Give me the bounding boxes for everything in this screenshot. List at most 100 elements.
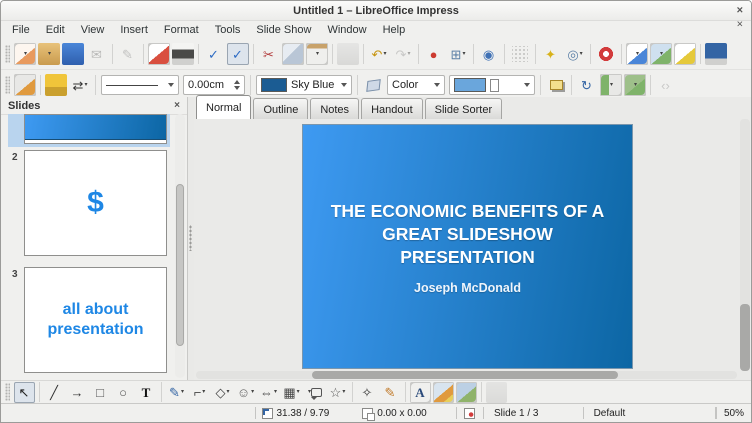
tab-notes[interactable]: Notes xyxy=(310,98,360,119)
slide-layout-icon[interactable]: ▾ xyxy=(650,43,672,65)
vertical-scrollbar[interactable] xyxy=(740,119,750,371)
tab-slide-sorter[interactable]: Slide Sorter xyxy=(424,98,503,119)
slide-design-icon[interactable] xyxy=(674,43,696,65)
select-arrow-icon[interactable]: ↖ xyxy=(14,382,35,403)
menu-item[interactable]: View xyxy=(73,22,113,38)
styles-window-icon[interactable] xyxy=(14,74,36,96)
line-width-value[interactable]: 0.00cm xyxy=(188,79,231,91)
zoom-level-field[interactable]: 50% xyxy=(717,404,751,422)
fontwork-icon[interactable]: A xyxy=(410,382,431,403)
tab-outline[interactable]: Outline xyxy=(253,98,309,119)
document-close-icon[interactable]: × xyxy=(737,19,743,31)
arrange-icon[interactable]: ▾ xyxy=(624,74,646,96)
spray-can-icon[interactable] xyxy=(45,74,67,96)
menu-item[interactable]: Format xyxy=(156,22,207,38)
toolbar-grip[interactable] xyxy=(5,383,10,401)
tab-handout[interactable]: Handout xyxy=(361,98,423,119)
menu-item[interactable]: Window xyxy=(319,22,374,38)
clone-formatting-icon[interactable] xyxy=(337,43,359,65)
menu-item[interactable]: Edit xyxy=(38,22,73,38)
table-icon[interactable]: ⊞ ▾ xyxy=(447,43,469,65)
menu-item[interactable]: File xyxy=(4,22,38,38)
slide-thumbnail-1[interactable] xyxy=(24,114,167,144)
copy-icon[interactable] xyxy=(282,43,304,65)
spin-down-icon[interactable] xyxy=(234,86,240,90)
spellcheck-icon[interactable]: ✓ xyxy=(203,43,225,65)
paint-bucket-icon[interactable] xyxy=(362,74,384,96)
save-icon[interactable] xyxy=(62,43,84,65)
print-icon[interactable] xyxy=(172,43,194,65)
fill-style-select[interactable]: Color xyxy=(387,75,445,95)
slide-thumbnail-1-selected[interactable] xyxy=(8,114,170,147)
open-folder-icon[interactable]: ▾ xyxy=(38,43,60,65)
start-presentation-icon[interactable] xyxy=(705,43,727,65)
menu-item[interactable]: Help xyxy=(375,22,414,38)
auto-spellcheck-icon[interactable]: ✓ xyxy=(227,43,249,65)
line-icon[interactable]: ╱ xyxy=(44,382,65,403)
slide-title-text[interactable]: THE ECONOMIC BENEFITS OF A GREAT SLIDESH… xyxy=(323,200,612,268)
display-grid-icon[interactable] xyxy=(509,43,531,65)
edit-points-icon[interactable]: ✧ xyxy=(357,382,378,403)
scrollbar-thumb[interactable] xyxy=(176,184,184,346)
slide-thumbnail-2[interactable]: $ xyxy=(24,150,167,256)
hyperlink-icon[interactable]: ◉ xyxy=(478,43,500,65)
stars-icon[interactable]: ☆ ▾ xyxy=(327,382,348,403)
slide-number-field[interactable]: Slide 1 / 3 xyxy=(484,404,583,422)
scrollbar-thumb[interactable] xyxy=(312,371,618,379)
connector-icon[interactable]: ⌐ ▾ xyxy=(189,382,210,403)
flowchart-icon[interactable]: ▦ ▾ xyxy=(281,382,302,403)
help-icon[interactable] xyxy=(595,43,617,65)
toolbar-grip[interactable] xyxy=(5,45,10,63)
page-style-field[interactable]: Default xyxy=(584,404,716,422)
arrow-icon[interactable]: → xyxy=(67,382,88,403)
menu-item[interactable]: Slide Show xyxy=(248,22,319,38)
panel-close-icon[interactable]: × xyxy=(174,100,180,111)
line-color-select[interactable]: Sky Blue xyxy=(256,75,352,95)
undo-icon[interactable]: ↶ ▾ xyxy=(368,43,390,65)
redo-icon[interactable]: ↷ ▾ xyxy=(392,43,414,65)
gallery-icon[interactable] xyxy=(456,381,477,403)
export-pdf-icon[interactable] xyxy=(148,43,170,65)
zoom-icon[interactable]: ◎ ▾ xyxy=(564,43,586,65)
curve-icon[interactable]: ✎ ▾ xyxy=(166,382,187,403)
fill-color-select[interactable] xyxy=(449,75,535,95)
navigator-icon[interactable]: ✦ xyxy=(540,43,562,65)
slide-thumbnail-3[interactable]: all about presentation xyxy=(24,267,167,373)
ellipse-icon[interactable]: ○ xyxy=(113,382,134,403)
spinner-buttons[interactable] xyxy=(234,80,240,90)
text-box-icon[interactable]: T xyxy=(136,382,157,403)
shadow-icon[interactable] xyxy=(545,74,567,96)
slides-panel-scrollbar[interactable] xyxy=(175,114,185,378)
spin-up-icon[interactable] xyxy=(234,80,240,84)
callouts-icon[interactable]: ▾ xyxy=(304,382,325,403)
basic-shapes-icon[interactable]: ◇ ▾ xyxy=(212,382,233,403)
menu-item[interactable]: Insert xyxy=(112,22,156,38)
horizontal-scrollbar[interactable] xyxy=(196,371,737,379)
scrollbar-thumb[interactable] xyxy=(740,304,750,371)
glue-points-icon[interactable]: ✎ xyxy=(380,382,401,403)
email-icon[interactable]: ✉ xyxy=(86,43,108,65)
slide-subtitle-text[interactable]: Joseph McDonald xyxy=(323,281,612,295)
window-close-icon[interactable]: × xyxy=(737,5,743,16)
edit-file-icon[interactable]: ✎ xyxy=(117,43,139,65)
line-style-select[interactable] xyxy=(101,75,179,95)
rectangle-icon[interactable]: □ xyxy=(90,382,111,403)
slide-canvas[interactable]: THE ECONOMIC BENEFITS OF A GREAT SLIDESH… xyxy=(302,124,633,369)
insert-image-icon[interactable] xyxy=(433,381,454,403)
document-modified-field[interactable] xyxy=(457,404,483,422)
chart-icon[interactable]: ● xyxy=(423,43,445,65)
rotate-icon[interactable]: ↻ xyxy=(576,74,598,96)
cut-icon[interactable]: ✂ xyxy=(258,43,280,65)
toolbar-grip[interactable] xyxy=(5,76,10,94)
symbol-shapes-icon[interactable]: ☺ ▾ xyxy=(235,382,256,403)
menu-item[interactable]: Tools xyxy=(207,22,249,38)
arrow-style-icon[interactable]: ⇄ ▾ xyxy=(69,74,91,96)
tab-normal[interactable]: Normal xyxy=(196,95,252,119)
new-slide-icon[interactable]: ▾ xyxy=(626,43,648,65)
new-document-icon[interactable]: ▾ xyxy=(14,43,36,65)
line-width-spinner[interactable]: 0.00cm xyxy=(183,75,245,95)
toggle-3d-icon[interactable] xyxy=(486,381,507,403)
points-icon[interactable]: ‹› xyxy=(655,74,677,96)
block-arrows-icon[interactable]: ⇔ ▾ xyxy=(258,382,279,403)
align-icon[interactable]: ▾ xyxy=(600,74,622,96)
